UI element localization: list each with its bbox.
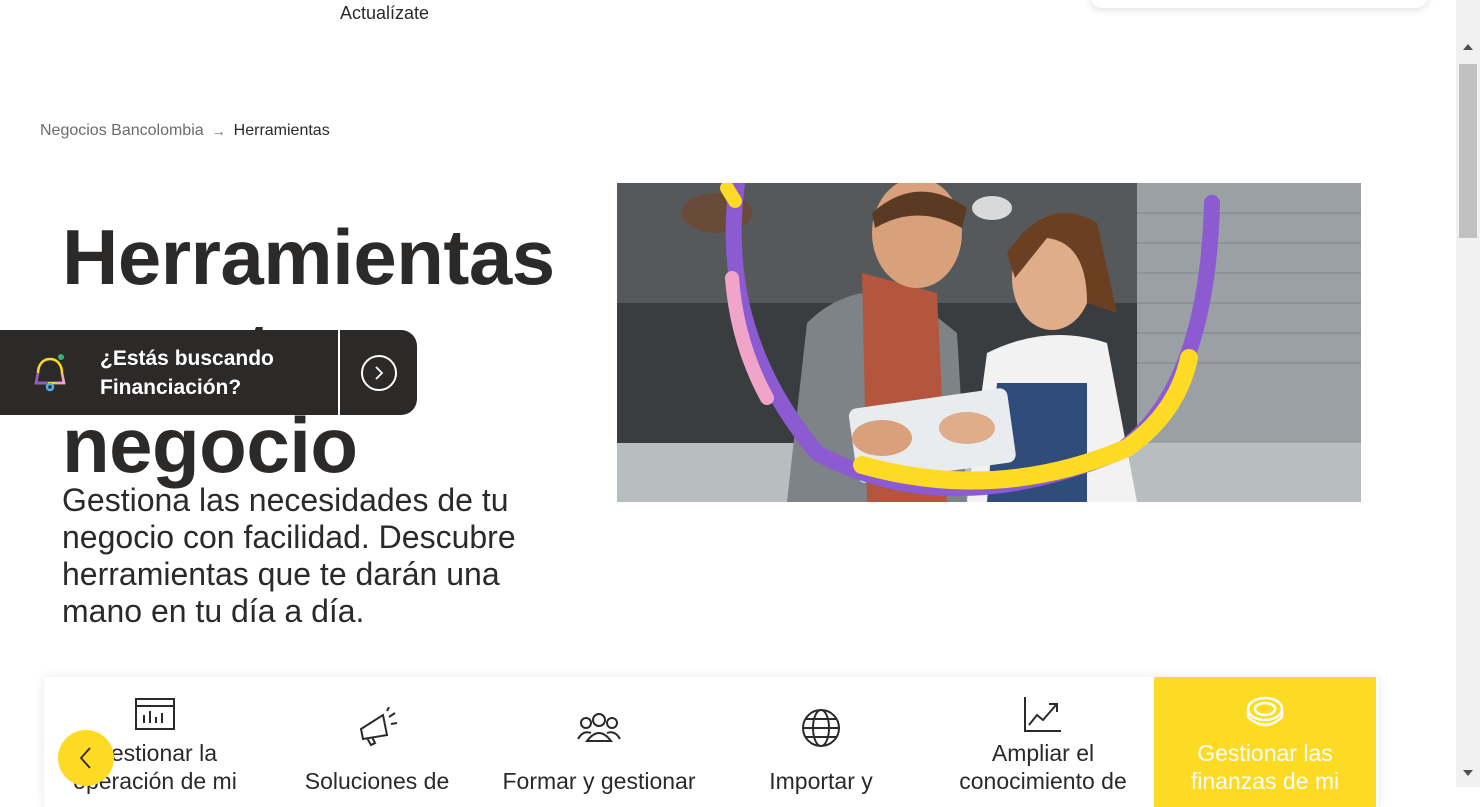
tool-card-import[interactable]: Importar y: [710, 677, 932, 807]
carousel-prev-button[interactable]: [58, 730, 114, 786]
tool-label-line2: conocimiento de: [959, 768, 1127, 794]
promo-text: ¿Estás buscando Financiación?: [100, 344, 338, 402]
chevron-right-icon: [360, 354, 397, 391]
scroll-up-arrow-icon[interactable]: [1463, 44, 1473, 50]
financing-promo-banner[interactable]: ¿Estás buscando Financiación?: [0, 330, 417, 415]
dashboard-icon: [135, 698, 175, 730]
promo-open-button[interactable]: [340, 330, 417, 415]
tool-label-line1: Gestionar las: [1197, 740, 1333, 766]
breadcrumb-current: Herramientas: [233, 122, 330, 139]
tool-card-knowledge[interactable]: Ampliar el conocimiento de: [932, 677, 1154, 807]
team-icon: [577, 713, 621, 742]
breadcrumb: Negocios Bancolombia → Herramientas: [40, 122, 330, 140]
breadcrumb-arrow-icon: →: [211, 123, 226, 139]
promo-text-line2: Financiación?: [100, 375, 242, 399]
scroll-down-arrow-icon[interactable]: [1463, 770, 1473, 776]
hero-description: Gestiona las necesidades de tu negocio c…: [62, 482, 516, 629]
tool-label-line1: Ampliar el: [991, 740, 1095, 766]
tool-card-team[interactable]: Formar y gestionar: [488, 677, 710, 807]
scrollbar-thumb[interactable]: [1459, 64, 1477, 238]
megaphone-icon: [359, 707, 398, 747]
header-dropdown-card: [1090, 0, 1428, 8]
globe-icon: [802, 709, 840, 747]
chevron-left-icon: [79, 747, 91, 769]
bell-icon: [0, 330, 100, 415]
breadcrumb-home-link[interactable]: Negocios Bancolombia: [40, 122, 204, 140]
growth-chart-icon: [1024, 697, 1061, 732]
coin-icon: [1246, 696, 1284, 727]
tool-card-marketing[interactable]: Soluciones de: [266, 677, 488, 807]
tool-label-line2: Formar y gestionar: [502, 768, 696, 794]
promo-text-line1: ¿Estás buscando: [100, 346, 274, 370]
tool-label-line2: finanzas de mi: [1190, 768, 1340, 794]
tool-label-line2: Soluciones de: [304, 768, 450, 794]
tool-card-finances[interactable]: Gestionar las finanzas de mi: [1154, 677, 1376, 807]
update-link[interactable]: Actualízate: [340, 3, 429, 24]
tools-carousel: Gestionar la operación de mi Soluciones …: [44, 677, 1378, 807]
tool-label-line2: Importar y: [769, 768, 873, 794]
hero-image: [617, 183, 1361, 502]
